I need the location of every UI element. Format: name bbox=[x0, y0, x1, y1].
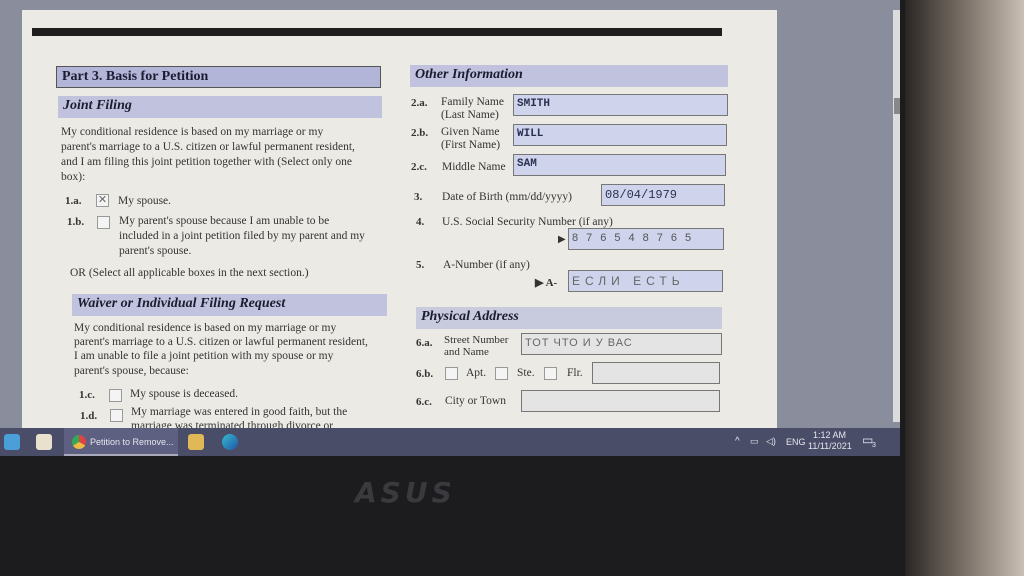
store-icon[interactable] bbox=[36, 434, 52, 450]
ste-checkbox[interactable] bbox=[495, 367, 508, 380]
intro-text: parent's marriage to a U.S. citizen or l… bbox=[61, 141, 355, 153]
flr-checkbox[interactable] bbox=[544, 367, 557, 380]
scrollbar-thumb[interactable] bbox=[894, 98, 900, 114]
good-faith-checkbox[interactable] bbox=[110, 409, 123, 422]
taskbar-chrome-window[interactable]: Petition to Remove... bbox=[64, 428, 178, 456]
item-number: 6.c. bbox=[416, 396, 432, 408]
folder-icon[interactable] bbox=[188, 434, 204, 450]
intro-text: My conditional residence is based on my … bbox=[74, 322, 337, 334]
apt-checkbox[interactable] bbox=[445, 367, 458, 380]
item-number: 1.b. bbox=[67, 216, 85, 228]
item-number: 5. bbox=[416, 259, 425, 271]
item-number: 2.c. bbox=[411, 161, 427, 173]
edge-icon[interactable] bbox=[222, 434, 238, 450]
intro-text: parent's spouse, because: bbox=[74, 365, 189, 377]
laptop-screen: Part 3. Basis for Petition Joint Filing … bbox=[0, 0, 900, 456]
network-icon[interactable]: ▭ bbox=[750, 436, 759, 447]
background-scene bbox=[905, 0, 1024, 576]
field-label: and Name bbox=[444, 346, 489, 358]
clock-time[interactable]: 1:12 AM bbox=[813, 430, 846, 440]
physical-address-header: Physical Address bbox=[416, 307, 722, 329]
chevron-up-icon[interactable]: ^ bbox=[735, 436, 740, 447]
volume-icon[interactable]: ◁) bbox=[766, 436, 776, 447]
ssn-input[interactable]: 876548765 bbox=[568, 228, 724, 250]
item-number: 6.b. bbox=[416, 368, 434, 380]
joint-filing-header: Joint Filing bbox=[58, 96, 382, 118]
vertical-scrollbar[interactable] bbox=[893, 10, 900, 422]
a-number-prefix: ▶ A- bbox=[535, 277, 558, 289]
middle-name-input[interactable]: SAM bbox=[513, 154, 726, 176]
item-number: 6.a. bbox=[416, 337, 433, 349]
spouse-deceased-checkbox[interactable] bbox=[109, 389, 122, 402]
intro-text: box): bbox=[61, 171, 86, 183]
item-number: 3. bbox=[414, 191, 423, 203]
notification-count: 3 bbox=[872, 442, 876, 449]
spouse-checkbox[interactable]: ✕ bbox=[96, 194, 109, 207]
option-label: parent's spouse. bbox=[119, 245, 192, 257]
a-number-input[interactable]: ЕСЛИ ЕСТЬ bbox=[568, 270, 723, 292]
item-number: 1.a. bbox=[65, 195, 82, 207]
item-number: 1.d. bbox=[80, 410, 98, 422]
or-note: OR (Select all applicable boxes in the n… bbox=[70, 267, 309, 279]
field-label: (First Name) bbox=[441, 139, 501, 151]
option-label: My marriage was entered in good faith, b… bbox=[131, 406, 348, 418]
flr-label: Flr. bbox=[567, 367, 583, 379]
intro-text: parent's marriage to a U.S. citizen or l… bbox=[74, 336, 368, 348]
other-info-header: Other Information bbox=[410, 65, 728, 87]
field-label: City or Town bbox=[445, 395, 506, 407]
page-rule bbox=[32, 28, 722, 36]
field-label: A-Number (if any) bbox=[443, 259, 530, 271]
parent-spouse-checkbox[interactable] bbox=[97, 216, 110, 229]
ste-label: Ste. bbox=[517, 367, 535, 379]
chrome-icon bbox=[72, 435, 86, 449]
field-label: Middle Name bbox=[442, 161, 506, 173]
option-label: included in a joint petition filed by my… bbox=[119, 230, 365, 242]
street-input[interactable]: ТОТ ЧТО И У ВАС bbox=[521, 333, 722, 355]
city-input[interactable] bbox=[521, 390, 720, 412]
arrow-icon: ▶ bbox=[558, 234, 566, 245]
given-name-input[interactable]: WILL bbox=[513, 124, 727, 146]
option-label: My spouse. bbox=[118, 195, 172, 207]
window-title: Petition to Remove... bbox=[90, 437, 174, 447]
intro-text: My conditional residence is based on my … bbox=[61, 126, 324, 138]
family-name-input[interactable]: SMITH bbox=[513, 94, 728, 116]
language-indicator[interactable]: ENG bbox=[786, 437, 806, 447]
item-number: 4. bbox=[416, 216, 425, 228]
field-label: Date of Birth (mm/dd/yyyy) bbox=[442, 191, 572, 203]
field-label: Street Number bbox=[444, 334, 509, 346]
apt-label: Apt. bbox=[466, 367, 487, 379]
unit-number-input[interactable] bbox=[592, 362, 720, 384]
intro-text: and I am filing this joint petition toge… bbox=[61, 156, 352, 168]
field-label: (Last Name) bbox=[441, 109, 499, 121]
option-label: My spouse is deceased. bbox=[130, 388, 238, 400]
asus-logo: ASUS bbox=[355, 476, 456, 509]
mail-icon[interactable] bbox=[4, 434, 20, 450]
taskbar: Petition to Remove... ^ ▭ ◁) ENG 1:12 AM… bbox=[0, 428, 900, 456]
part-title: Part 3. Basis for Petition bbox=[56, 66, 381, 88]
item-number: 1.c. bbox=[79, 389, 95, 401]
item-number: 2.a. bbox=[411, 97, 428, 109]
date-of-birth-input[interactable]: 08/04/1979 bbox=[601, 184, 725, 206]
option-label: My parent's spouse because I am unable t… bbox=[119, 215, 330, 227]
intro-text: I am unable to file a joint petition wit… bbox=[74, 350, 334, 362]
clock-date[interactable]: 11/11/2021 bbox=[808, 441, 852, 451]
waiver-header: Waiver or Individual Filing Request bbox=[72, 294, 387, 316]
item-number: 2.b. bbox=[411, 127, 429, 139]
